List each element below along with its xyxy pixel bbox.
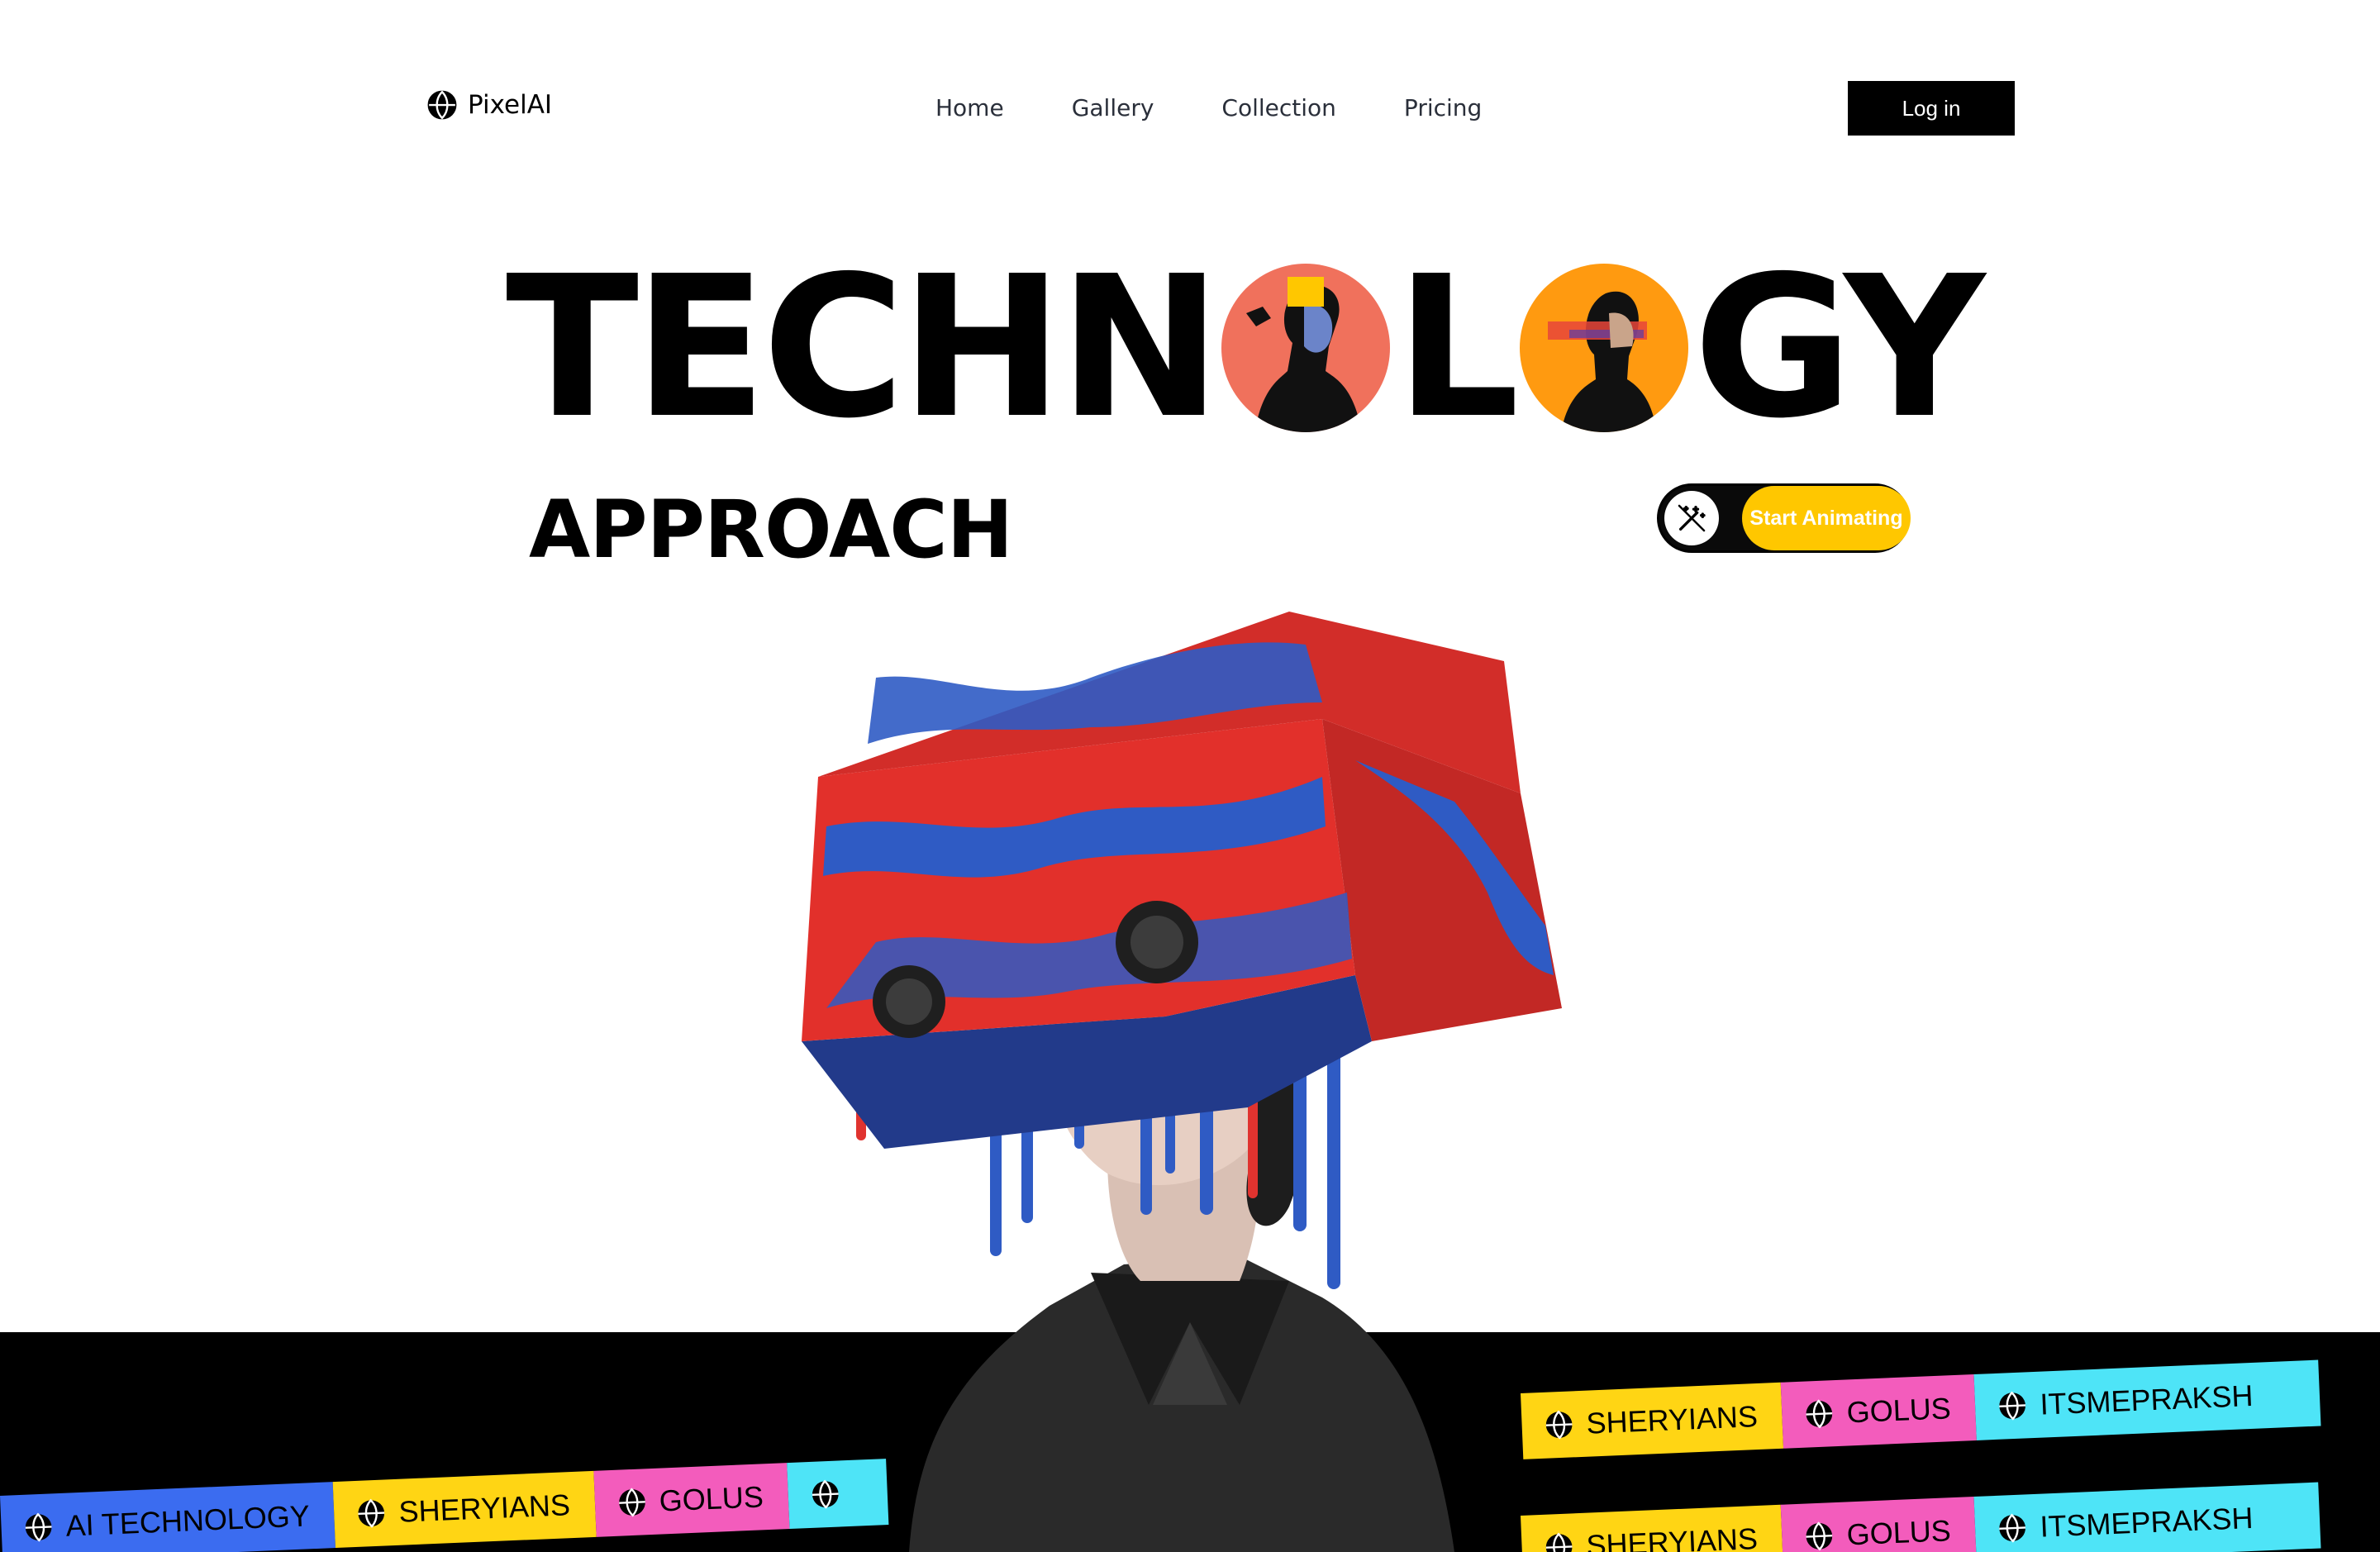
globe-icon (427, 90, 457, 120)
globe-icon (1806, 1521, 1833, 1551)
ticker-tag-label: SHERYIANS (1585, 1521, 1759, 1552)
brand-logo[interactable]: PixelAI (426, 89, 552, 121)
globe-icon (25, 1512, 52, 1542)
ticker-tag-label: GOLUS (1845, 1513, 1952, 1552)
globe-icon (358, 1498, 385, 1528)
ticker-tag: GOLUS (1781, 1373, 1978, 1449)
login-button[interactable]: Log in (1848, 81, 2015, 136)
globe-icon (1999, 1391, 2026, 1421)
ticker-tag-label: AI TECHNOLOGY (64, 1498, 311, 1543)
magic-wand-icon (1678, 504, 1706, 532)
globe-icon (1806, 1399, 1833, 1429)
hero-o-image-2 (1519, 264, 1688, 432)
ticker-tag-label: SHERYIANS (397, 1488, 571, 1529)
ticker-tag: GOLUS (593, 1463, 790, 1537)
hero-title-part-2: L (1395, 234, 1519, 461)
ticker-tag-label: GOLUS (658, 1479, 764, 1518)
nav-link-gallery[interactable]: Gallery (1072, 94, 1154, 121)
ticker-tag: AI TECHNOLOGY (0, 1482, 336, 1552)
ticker-tag-label: ITSMEPRAKSH (2039, 1500, 2254, 1544)
start-animating-label: Start Animating (1742, 486, 1911, 550)
hero-title-part-3: GY (1692, 234, 1985, 461)
brand-name: PixelAI (468, 90, 553, 120)
hero-figure-image (802, 612, 1562, 1552)
top-nav: PixelAI Home Gallery Collection Pricing … (0, 0, 2380, 165)
hero-subtitle: APPROACH (529, 483, 1013, 576)
hero-o-image-1 (1221, 264, 1391, 432)
ticker-left: AI TECHNOLOGY SHERYIANS GOLUS (0, 1459, 889, 1552)
nav-link-pricing[interactable]: Pricing (1404, 94, 1482, 121)
globe-icon (618, 1488, 645, 1517)
ticker-upper: SHERYIANS GOLUS ITSMEPRAKSH (1521, 1359, 2321, 1459)
nav-links: Home Gallery Collection Pricing (935, 94, 1549, 121)
ticker-tag: ITSMEPRAKSH (1973, 1359, 2321, 1440)
ticker-tag-label: GOLUS (1845, 1391, 1952, 1430)
nav-link-home[interactable]: Home (935, 94, 1004, 121)
ticker-lower-right: SHERYIANS GOLUS ITSMEPRAKSH (1521, 1482, 2321, 1552)
hero-title-part-1: TECHN (506, 234, 1221, 461)
ticker-tag-label: ITSMEPRAKSH (2039, 1378, 2254, 1421)
hero-title: TECHN L GY (506, 250, 1985, 445)
start-animating-toggle[interactable]: Start Animating (1657, 483, 1911, 553)
globe-icon (1999, 1513, 2026, 1543)
ticker-tag: SHERYIANS (333, 1470, 597, 1549)
toggle-knob (1664, 491, 1719, 545)
ticker-tag: ITSMEPRAKSH (1973, 1482, 2321, 1552)
ticker-tag-label: SHERYIANS (1585, 1399, 1759, 1440)
nav-link-collection[interactable]: Collection (1221, 94, 1336, 121)
ticker-tag: GOLUS (1781, 1496, 1978, 1552)
